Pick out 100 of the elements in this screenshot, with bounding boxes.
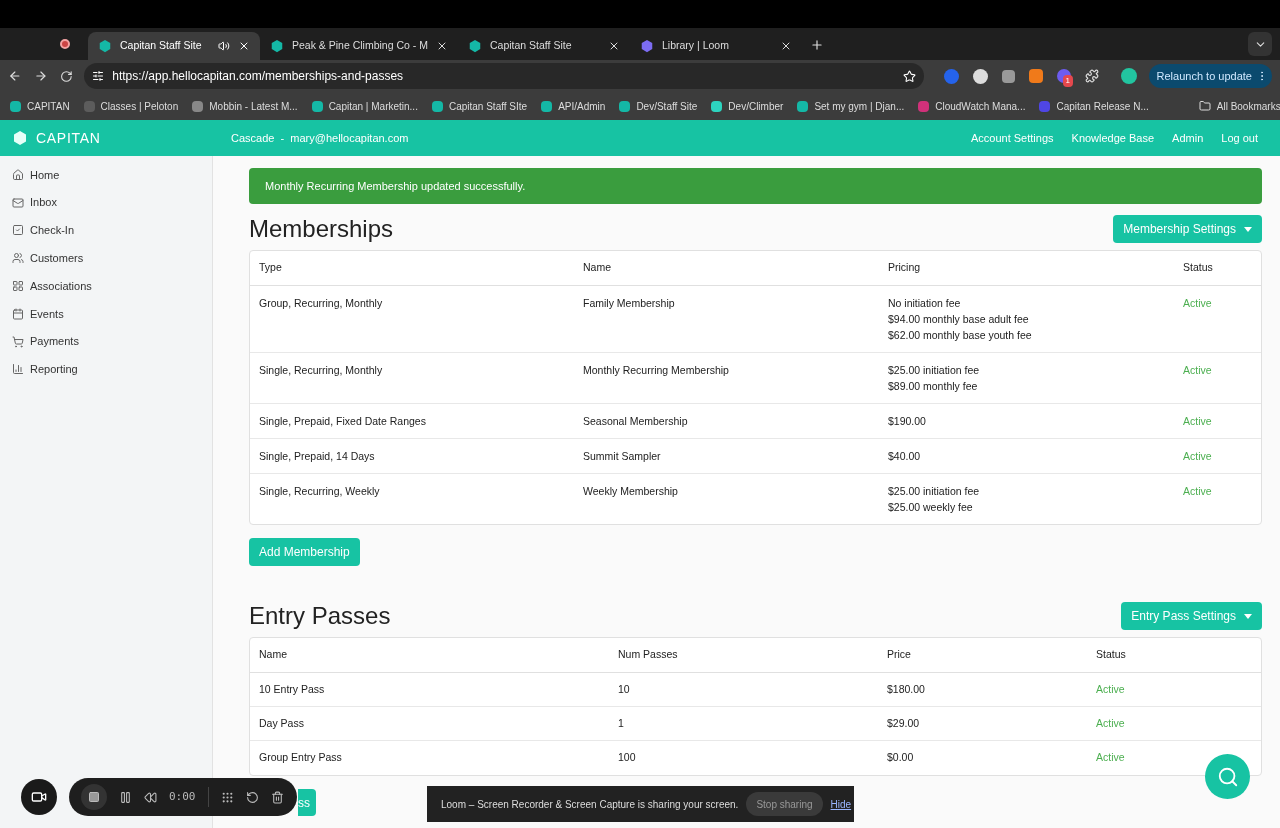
browser-tab[interactable]: Capitan Staff Site — [88, 32, 260, 60]
extension-icon[interactable] — [1028, 69, 1043, 83]
sidebar-item[interactable]: Check-In — [0, 216, 212, 245]
close-tab-icon[interactable] — [238, 40, 250, 52]
status-text: Active — [1183, 363, 1213, 378]
bookmark-item[interactable]: Mobbin - Latest M... — [192, 98, 298, 114]
forward-icon[interactable] — [33, 69, 48, 83]
stop-button[interactable] — [81, 784, 107, 810]
reload-icon[interactable] — [59, 69, 73, 83]
bookmark-item[interactable]: API/Admin — [541, 98, 606, 114]
tab-favicon-icon — [98, 39, 112, 53]
column-header: Price — [887, 647, 912, 663]
status-text: Active — [1096, 750, 1126, 766]
pricing-line: $190.00 — [888, 414, 926, 429]
mail-icon — [12, 196, 24, 209]
speaker-icon[interactable] — [218, 40, 230, 52]
bookmark-item[interactable]: Set my gym | Djan... — [797, 98, 905, 114]
restart-icon[interactable] — [245, 790, 259, 804]
search-icon — [1216, 765, 1239, 788]
sidebar-item[interactable]: Home — [0, 161, 212, 189]
status-text: Active — [1183, 484, 1213, 499]
capitan-logo-icon — [12, 130, 28, 146]
bookmark-item[interactable]: Dev/Climber — [711, 98, 784, 114]
rewind-icon[interactable] — [144, 790, 157, 804]
bar-chart-icon — [12, 363, 24, 376]
column-header: Status — [1096, 647, 1127, 663]
table-cell-text: Family Membership — [583, 296, 676, 311]
sidebar-item[interactable]: Events — [0, 300, 212, 328]
account-context: Cascade - mary@hellocapitan.com — [231, 130, 409, 146]
bookmark-item[interactable]: Capitan Release N... — [1039, 98, 1149, 114]
extension-icon[interactable] — [972, 68, 988, 84]
section-heading: Memberships — [249, 214, 394, 244]
table-cell-text: Single, Recurring, Monthly — [259, 363, 384, 378]
column-header: Status — [1183, 260, 1214, 276]
browser-tab[interactable]: Library | Loom — [629, 32, 802, 60]
section-heading: Entry Passes — [249, 601, 391, 631]
table-cell-text: Summit Sampler — [583, 449, 662, 464]
sidebar-item[interactable]: Reporting — [0, 355, 212, 384]
all-bookmarks-button[interactable]: All Bookmarks — [1198, 98, 1280, 114]
back-icon[interactable] — [8, 69, 22, 83]
calendar-icon — [12, 307, 24, 320]
delete-icon[interactable] — [270, 790, 284, 804]
bookmark-item[interactable]: CAPITAN — [10, 98, 70, 114]
table-cell-text: Single, Prepaid, 14 Days — [259, 449, 376, 464]
address-field[interactable]: https://app.hellocapitan.com/memberships-and-passes — [84, 63, 924, 89]
sidebar-item[interactable]: Inbox — [0, 188, 212, 217]
hide-link[interactable]: Hide — [830, 796, 852, 812]
extensions-icon[interactable] — [1084, 69, 1099, 83]
browser-tab[interactable]: Peak & Pine Climbing Co - M — [260, 32, 458, 60]
table-cell-text: $0.00 — [887, 750, 915, 766]
table-cell-text: 1 — [618, 715, 625, 731]
stop-sharing-button[interactable]: Stop sharing — [746, 792, 823, 816]
home-icon — [12, 168, 24, 181]
success-alert: Monthly Recurring Membership updated successfully. — [249, 168, 1262, 204]
table-cell-text: Single, Prepaid, Fixed Date Ranges — [259, 414, 427, 429]
pricing-line: $25.00 initiation fee — [888, 363, 980, 378]
tab-search-button[interactable] — [1248, 32, 1272, 56]
table-cell-text: Group, Recurring, Monthly — [259, 296, 384, 311]
pricing-line: $94.00 monthly base adult fee — [888, 312, 1029, 327]
sidebar-item[interactable]: Associations — [0, 272, 212, 300]
grid-icon[interactable] — [220, 790, 234, 804]
table-cell-text: Single, Recurring, Weekly — [259, 484, 381, 499]
sidebar-item[interactable]: Payments — [0, 327, 212, 356]
video-camera-icon — [31, 789, 47, 805]
column-header: Name — [259, 647, 288, 663]
browser-tab[interactable]: Capitan Staff Site — [457, 32, 630, 60]
grid-icon — [12, 280, 24, 293]
site-settings-icon[interactable] — [92, 70, 105, 82]
bookmark-item[interactable]: Capitan | Marketin... — [311, 98, 418, 114]
record-indicator-icon — [60, 39, 70, 49]
table-cell-text: 10 Entry Pass — [259, 681, 326, 697]
table-cell-text: Group Entry Pass — [259, 750, 343, 766]
bookmark-item[interactable]: Capitan Staff SIte — [431, 98, 528, 114]
bookmark-item[interactable]: CloudWatch Mana... — [918, 98, 1026, 114]
users-icon — [12, 252, 24, 265]
sharing-message: Loom – Screen Recorder & Screen Capture is sharing your screen. — [441, 797, 739, 812]
column-header: Type — [259, 260, 283, 276]
column-header: Num Passes — [618, 647, 679, 663]
column-header: Name — [583, 260, 612, 276]
table-cell-text: $180.00 — [887, 681, 926, 697]
status-text: Active — [1183, 449, 1213, 464]
status-text: Active — [1183, 414, 1213, 429]
extension-icon[interactable] — [1001, 69, 1015, 83]
table-cell-text: Monthly Recurring Membership — [583, 363, 730, 378]
pricing-line: $25.00 initiation fee — [888, 484, 980, 499]
relaunch-button[interactable]: Relaunch to update — [1148, 64, 1272, 88]
bookmark-star-icon[interactable] — [902, 69, 916, 83]
tab-favicon-icon — [270, 39, 284, 53]
status-text: Active — [1183, 296, 1213, 311]
cart-icon — [12, 335, 24, 348]
pricing-line: $25.00 weekly fee — [888, 500, 973, 515]
table-cell-text: Day Pass — [259, 715, 305, 731]
profile-avatar[interactable] — [1120, 68, 1137, 84]
pricing-line: $89.00 monthly fee — [888, 379, 978, 394]
pause-icon[interactable] — [119, 790, 132, 804]
status-text: Active — [1096, 681, 1126, 697]
sidebar-item[interactable]: Customers — [0, 244, 212, 273]
new-tab-icon[interactable] — [809, 38, 824, 52]
bookmark-item[interactable]: Dev/Staff Site — [619, 98, 698, 114]
bookmark-item[interactable]: Classes | Peloton — [83, 98, 179, 114]
